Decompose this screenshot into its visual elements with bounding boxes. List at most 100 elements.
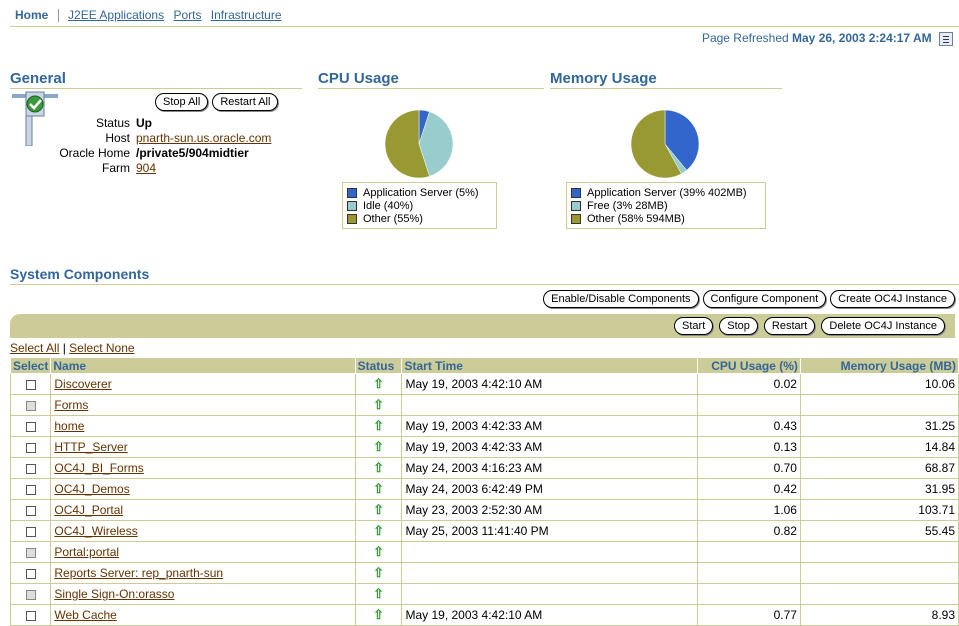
farm-link[interactable]: 904 xyxy=(136,161,156,176)
row-select-checkbox[interactable] xyxy=(25,484,36,495)
row-cpu-usage xyxy=(697,394,801,416)
oracle-home-row: Oracle Home /private5/904midtier xyxy=(50,146,271,161)
row-memory-usage xyxy=(799,583,959,605)
host-link[interactable]: pnarth-sun.us.oracle.com xyxy=(136,131,271,146)
row-memory-usage xyxy=(799,562,959,584)
row-select-cell xyxy=(9,373,52,395)
component-name-link[interactable]: Web Cache xyxy=(54,608,116,622)
row-status-cell: ⇧ xyxy=(354,373,403,395)
component-name-link[interactable]: Portal:portal xyxy=(54,545,119,559)
table-row: home ⇧ May 19, 2003 4:42:33 AM 0.43 31.25 xyxy=(9,415,959,437)
select-all-link[interactable]: Select All xyxy=(10,341,59,355)
row-start-time: May 25, 2003 11:41:40 PM xyxy=(401,520,699,542)
row-status-cell: ⇧ xyxy=(354,583,403,605)
row-status-cell: ⇧ xyxy=(354,457,403,479)
row-cpu-usage xyxy=(697,541,801,563)
row-cpu-usage xyxy=(697,583,801,605)
select-separator: | xyxy=(62,341,66,355)
top-tabs: Home J2EE Applications Ports Infrastruct… xyxy=(15,8,288,23)
row-cpu-usage: 0.43 xyxy=(697,415,801,437)
tab-home[interactable]: Home xyxy=(15,8,48,22)
tab-ports[interactable]: Ports xyxy=(173,8,201,22)
tab-separator xyxy=(57,9,59,23)
row-start-time: May 19, 2003 4:42:33 AM xyxy=(401,436,699,458)
row-select-checkbox[interactable] xyxy=(25,610,36,621)
memory-legend-label-free: Free (3% 28MB) xyxy=(587,199,668,212)
row-name-cell: Portal:portal xyxy=(50,541,356,563)
general-buttons: Stop All Restart All xyxy=(155,93,279,111)
component-name-link[interactable]: OC4J_Portal xyxy=(54,503,123,517)
row-select-cell xyxy=(9,499,52,521)
memory-legend-item: Application Server (39% 402MB) xyxy=(571,186,761,199)
legend-swatch-app-server xyxy=(571,187,581,198)
select-none-link[interactable]: Select None xyxy=(69,341,134,355)
row-memory-usage xyxy=(799,394,959,416)
row-select-checkbox[interactable] xyxy=(25,505,36,516)
legend-swatch-free xyxy=(571,200,581,211)
top-divider xyxy=(10,26,959,27)
table-row: HTTP_Server ⇧ May 19, 2003 4:42:33 AM 0.13 1… xyxy=(9,436,959,458)
row-select-checkbox[interactable] xyxy=(25,442,36,453)
status-up-icon: ⇧ xyxy=(373,481,384,496)
table-row: OC4J_Wireless ⇧ May 25, 2003 11:41:40 PM 0.… xyxy=(9,520,959,542)
component-name-link[interactable]: OC4J_BI_Forms xyxy=(54,461,143,475)
row-select-cell xyxy=(9,457,52,479)
row-memory-usage: 55.45 xyxy=(799,520,959,542)
component-name-link[interactable]: Forms xyxy=(54,398,88,412)
tab-infrastructure[interactable]: Infrastructure xyxy=(211,8,282,22)
row-start-time: May 24, 2003 6:42:49 PM xyxy=(401,478,699,500)
refreshed-label: Page Refreshed xyxy=(701,31,789,45)
refresh-icon[interactable] xyxy=(939,31,953,46)
component-name-link[interactable]: HTTP_Server xyxy=(54,440,127,454)
row-select-checkbox xyxy=(25,547,36,558)
row-select-cell xyxy=(9,583,52,605)
column-header-cpu-usage[interactable]: CPU Usage (%) xyxy=(697,357,801,374)
column-header-status[interactable]: Status xyxy=(354,357,403,374)
start-button[interactable]: Start xyxy=(674,317,714,335)
general-details: Status Up Host pnarth-sun.us.oracle.com … xyxy=(50,116,271,176)
memory-legend: Application Server (39% 402MB) Free (3% … xyxy=(566,182,766,229)
tab-j2ee-applications[interactable]: J2EE Applications xyxy=(68,8,164,22)
restart-all-button[interactable]: Restart All xyxy=(212,93,279,111)
component-name-link[interactable]: Single Sign-On:orasso xyxy=(54,587,174,601)
row-select-checkbox[interactable] xyxy=(25,379,36,390)
row-start-time: May 19, 2003 4:42:10 AM xyxy=(401,373,699,395)
row-name-cell: HTTP_Server xyxy=(50,436,356,458)
row-name-cell: OC4J_Demos xyxy=(50,478,356,500)
component-name-link[interactable]: OC4J_Wireless xyxy=(54,524,137,538)
table-row: OC4J_Demos ⇧ May 24, 2003 6:42:49 PM 0.42 31… xyxy=(9,478,959,500)
stop-button[interactable]: Stop xyxy=(719,317,758,335)
column-header-name[interactable]: Name xyxy=(50,357,356,374)
legend-swatch-other xyxy=(347,213,357,224)
configure-component-button[interactable]: Configure Component xyxy=(702,290,827,308)
farm-label: Farm xyxy=(102,161,130,175)
status-up-icon: ⇧ xyxy=(373,523,384,538)
memory-pie-chart xyxy=(630,109,700,179)
row-select-cell xyxy=(9,478,52,500)
component-name-link[interactable]: Reports Server: rep_pnarth-sun xyxy=(54,566,223,580)
column-header-memory-usage[interactable]: Memory Usage (MB) xyxy=(799,357,959,374)
component-name-link[interactable]: Discoverer xyxy=(54,377,111,391)
create-oc4j-instance-button[interactable]: Create OC4J Instance xyxy=(830,290,955,308)
row-memory-usage xyxy=(799,541,959,563)
row-name-cell: Web Cache xyxy=(50,604,356,626)
memory-legend-label-other: Other (58% 594MB) xyxy=(587,212,685,225)
stop-all-button[interactable]: Stop All xyxy=(155,93,209,111)
restart-button[interactable]: Restart xyxy=(763,317,816,335)
row-select-checkbox[interactable] xyxy=(25,463,36,474)
row-start-time xyxy=(401,394,699,416)
row-start-time: May 19, 2003 4:42:10 AM xyxy=(401,604,699,626)
component-name-link[interactable]: OC4J_Demos xyxy=(54,482,129,496)
row-name-cell: OC4J_BI_Forms xyxy=(50,457,356,479)
table-row: OC4J_Portal ⇧ May 23, 2003 2:52:30 AM 1.06 1… xyxy=(9,499,959,521)
row-select-checkbox[interactable] xyxy=(25,568,36,579)
enable-disable-components-button[interactable]: Enable/Disable Components xyxy=(543,290,699,308)
row-select-checkbox xyxy=(25,589,36,600)
row-cpu-usage xyxy=(697,562,801,584)
status-label: Status xyxy=(95,116,130,130)
component-name-link[interactable]: home xyxy=(54,419,84,433)
delete-oc4j-instance-button[interactable]: Delete OC4J Instance xyxy=(821,317,945,335)
column-header-start-time[interactable]: Start Time xyxy=(401,357,699,374)
row-select-checkbox[interactable] xyxy=(25,526,36,537)
row-select-checkbox[interactable] xyxy=(25,421,36,432)
